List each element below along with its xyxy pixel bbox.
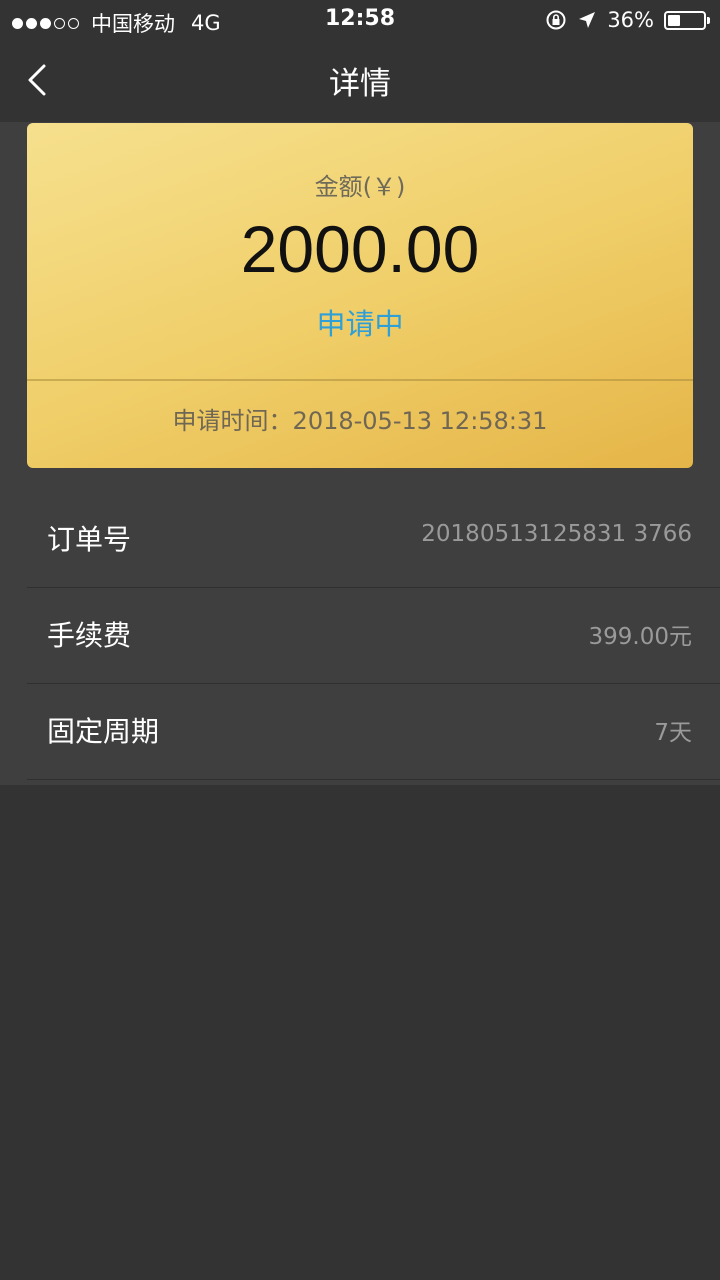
detail-row-order-number: 订单号 20180513125831 3766 bbox=[27, 492, 720, 588]
status-bar: 中国移动 4G 12:58 36% bbox=[0, 0, 720, 40]
page-title: 详情 bbox=[329, 66, 391, 102]
row-label: 固定周期 bbox=[47, 715, 160, 748]
location-arrow-icon bbox=[579, 12, 596, 28]
status-right: 36% bbox=[545, 8, 710, 32]
row-value: 399.00元 bbox=[588, 624, 692, 650]
row-value: 20180513125831 3766 bbox=[421, 521, 692, 547]
amount-value: 2000.00 bbox=[240, 212, 480, 286]
navigation-bar: 详情 bbox=[0, 40, 720, 122]
detail-row-period: 固定周期 7天 bbox=[27, 684, 720, 780]
row-label: 手续费 bbox=[47, 619, 132, 652]
detail-row-fee: 手续费 399.00元 bbox=[27, 588, 720, 684]
row-label: 订单号 bbox=[47, 523, 132, 556]
top-bar: 中国移动 4G 12:58 36% 详情 bbox=[0, 0, 720, 122]
amount-label: 金额(￥) bbox=[314, 173, 406, 201]
battery-level bbox=[668, 14, 681, 26]
application-status: 申请中 bbox=[316, 307, 404, 341]
amount-card: 金额(￥) 2000.00 申请中 申请时间：2018-05-13 12:58:… bbox=[27, 123, 693, 468]
row-value: 7天 bbox=[654, 720, 692, 746]
apply-time: 申请时间：2018-05-13 12:58:31 bbox=[172, 407, 548, 435]
battery-percent: 36% bbox=[607, 8, 654, 32]
card-divider bbox=[27, 379, 693, 381]
battery-icon bbox=[664, 10, 710, 30]
rotation-lock-icon bbox=[546, 10, 566, 30]
